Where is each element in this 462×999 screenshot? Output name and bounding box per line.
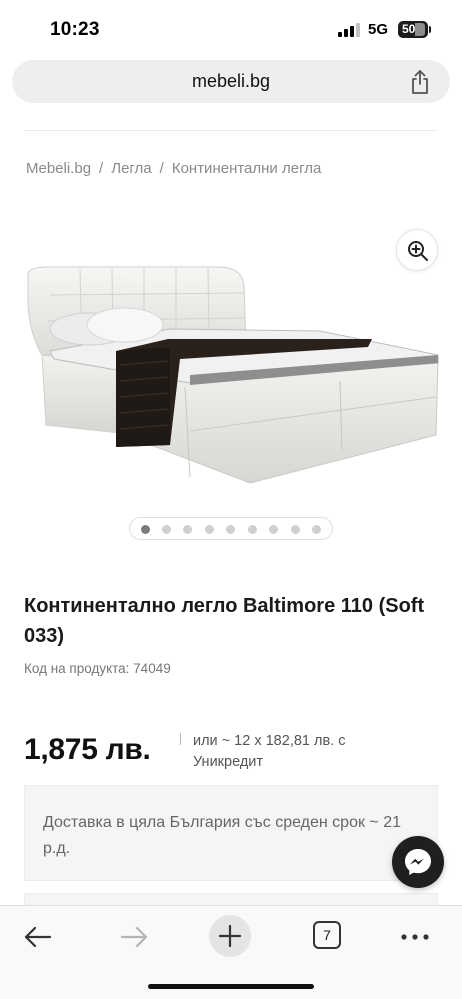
installment-info[interactable]: или ~ 12 x 182,81 лв. с Уникредит <box>193 731 383 773</box>
zoom-button[interactable] <box>396 229 438 271</box>
gallery-dot[interactable] <box>162 525 171 534</box>
gallery-dot[interactable] <box>312 525 321 534</box>
delivery-text: Доставка в цяла България със среден срок… <box>43 814 402 857</box>
breadcrumb-continental-beds-link[interactable]: Континентални легла <box>172 160 321 177</box>
gallery-dot[interactable] <box>205 525 214 534</box>
messenger-icon <box>405 849 431 875</box>
breadcrumb-home-link[interactable]: Mebeli.bg <box>26 160 91 177</box>
breadcrumb-separator: / <box>159 160 164 177</box>
product-price: 1,875 лв. <box>24 733 151 766</box>
plus-icon <box>218 924 242 948</box>
gallery-dot[interactable] <box>141 525 150 534</box>
breadcrumb-separator: / <box>99 160 104 177</box>
url-text[interactable]: mebeli.bg <box>12 71 450 92</box>
gallery-dot[interactable] <box>183 525 192 534</box>
breadcrumb: Mebeli.bg / Легла / Континентални легла <box>26 160 321 177</box>
network-type: 5G <box>368 21 389 38</box>
address-bar[interactable]: mebeli.bg <box>12 60 450 103</box>
gallery-dot[interactable] <box>269 525 278 534</box>
gallery-dot[interactable] <box>226 525 235 534</box>
zoom-in-icon <box>408 241 428 261</box>
gallery-pagination <box>129 517 333 540</box>
battery-level: 50 <box>402 22 416 36</box>
product-image[interactable] <box>20 255 442 495</box>
home-indicator <box>148 984 314 989</box>
header-divider <box>24 130 438 131</box>
gallery-dot[interactable] <box>248 525 257 534</box>
new-tab-button[interactable] <box>209 915 251 957</box>
back-arrow-icon[interactable] <box>22 920 54 954</box>
more-icon[interactable] <box>399 920 431 954</box>
status-bar: 10:23 5G 50 <box>0 0 462 56</box>
forward-arrow-icon[interactable] <box>118 920 150 954</box>
gallery-dot[interactable] <box>291 525 300 534</box>
price-divider <box>180 733 181 745</box>
delivery-info-box: Доставка в цяла България със среден срок… <box>24 785 438 881</box>
battery-icon: 50 <box>398 21 431 38</box>
share-icon[interactable] <box>408 69 432 95</box>
tabs-icon[interactable]: 7 <box>313 921 341 949</box>
messenger-chat-button[interactable] <box>392 836 444 888</box>
product-title: Континентално легло Baltimore 110 (Soft … <box>24 595 425 647</box>
status-time: 10:23 <box>50 19 100 40</box>
product-code: Код на продукта: 74049 <box>24 661 171 676</box>
breadcrumb-beds-link[interactable]: Легла <box>111 160 151 177</box>
signal-icon <box>338 23 360 37</box>
